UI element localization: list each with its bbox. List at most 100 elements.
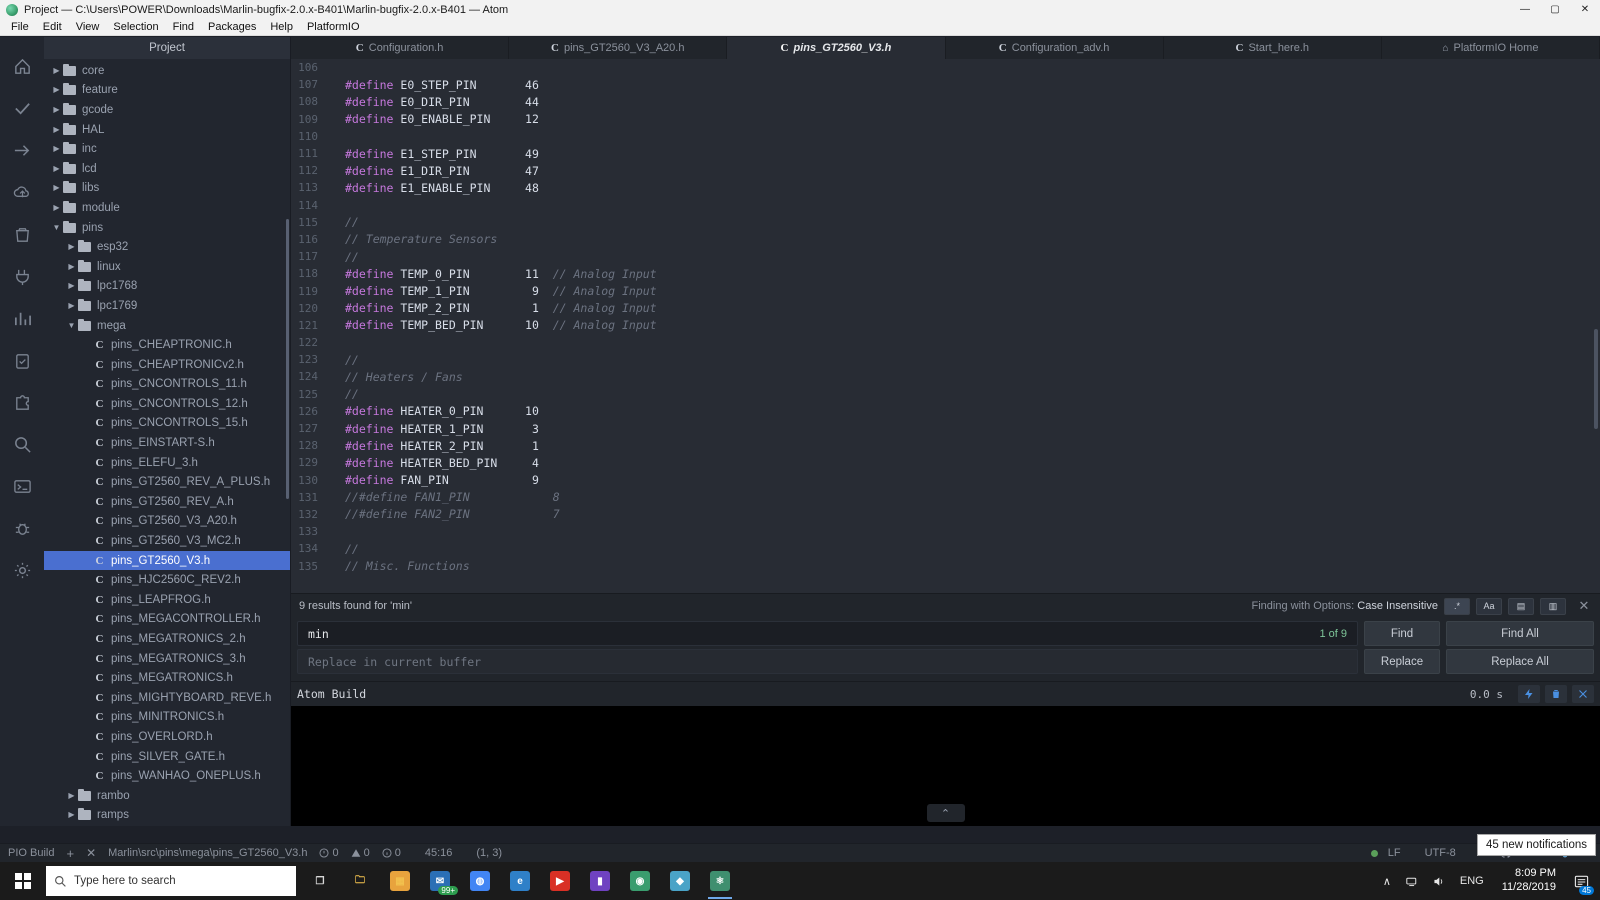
menu-item-platformio[interactable]: PlatformIO — [300, 20, 367, 34]
chevron-right-icon[interactable]: ▶ — [65, 811, 78, 819]
file-explorer-icon[interactable]: 🗀 — [340, 862, 380, 900]
chevron-right-icon[interactable]: ▶ — [50, 125, 63, 134]
editor-tab[interactable]: C Configuration_adv.h — [945, 37, 1164, 59]
clear-build-icon[interactable] — [1545, 685, 1567, 703]
tree-folder-row[interactable]: ▶ lcd — [44, 159, 290, 179]
notifications-button[interactable]: 45 — [1566, 862, 1596, 900]
chevron-right-icon[interactable]: ▶ — [50, 66, 63, 75]
clipboard-check-icon[interactable] — [0, 339, 44, 381]
recorder-icon[interactable]: ▶ — [540, 862, 580, 900]
tree-folder-row[interactable]: ▶ feature — [44, 81, 290, 101]
tree-file-row[interactable]: ▶Cpins_GT2560_V3_A20.h — [44, 512, 290, 532]
chevron-down-icon[interactable]: ▼ — [65, 321, 78, 330]
menu-item-edit[interactable]: Edit — [36, 20, 69, 34]
chrome-icon[interactable]: ◍ — [460, 862, 500, 900]
puzzle-icon[interactable] — [0, 381, 44, 423]
tree-file-row[interactable]: ▶Cpins_OVERLORD.h — [44, 727, 290, 747]
mail-icon[interactable]: ✉ 99+ — [420, 862, 460, 900]
replace-button[interactable]: Replace — [1364, 649, 1440, 674]
menu-item-help[interactable]: Help — [263, 20, 300, 34]
tree-file-row[interactable]: ▶Cpins_CNCONTROLS_12.h — [44, 394, 290, 414]
chevron-right-icon[interactable]: ▶ — [50, 164, 63, 173]
store-icon[interactable]: ▦ — [380, 862, 420, 900]
gear-icon[interactable] — [0, 549, 44, 591]
tree-file-row[interactable]: ▶Cpins_MEGACONTROLLER.h — [44, 610, 290, 630]
tree-folder-row[interactable]: ▶ libs — [44, 179, 290, 199]
status-build-label[interactable]: PIO Build — [8, 847, 54, 859]
find-input-wrapper[interactable]: 1 of 9 — [297, 621, 1358, 646]
trash-icon[interactable] — [0, 213, 44, 255]
tree-folder-row[interactable]: ▶ rambo — [44, 786, 290, 806]
find-all-button[interactable]: Find All — [1446, 621, 1594, 646]
menu-item-selection[interactable]: Selection — [106, 20, 165, 34]
search-icon[interactable] — [0, 423, 44, 465]
menu-item-find[interactable]: Find — [166, 20, 201, 34]
tree-file-row[interactable]: ▶Cpins_EINSTART-S.h — [44, 433, 290, 453]
tree-file-row[interactable]: ▶Cpins_MEGATRONICS_3.h — [44, 649, 290, 669]
edge-icon[interactable]: e — [500, 862, 540, 900]
chevron-right-icon[interactable]: ▶ — [65, 282, 78, 290]
maximize-button[interactable]: ▢ — [1540, 0, 1570, 19]
tree-folder-row[interactable]: ▶ HAL — [44, 120, 290, 140]
replace-all-button[interactable]: Replace All — [1446, 649, 1594, 674]
taskbar-clock[interactable]: 8:09 PM 11/28/2019 — [1492, 867, 1566, 895]
tree-folder-row[interactable]: ▼ mega — [44, 316, 290, 336]
minimize-button[interactable]: — — [1510, 0, 1540, 19]
tree-folder-row[interactable]: ▶ core — [44, 61, 290, 81]
editor-tab[interactable]: Cpins_GT2560_V3.h — [727, 37, 946, 59]
browser-app-icon[interactable]: ◉ — [620, 862, 660, 900]
editor-tab[interactable]: C Start_here.h — [1163, 37, 1382, 59]
volume-icon[interactable] — [1426, 862, 1452, 900]
chevron-right-icon[interactable]: ▶ — [65, 791, 78, 800]
project-tree[interactable]: ▶ core ▶ feature ▶ gcode ▶ HAL ▶ inc ▶ lcd ▶ libs ▶ mod… — [44, 59, 290, 826]
status-encoding[interactable]: UTF-8 — [1425, 847, 1456, 859]
plug-icon[interactable] — [0, 255, 44, 297]
tree-file-row[interactable]: ▶Cpins_SILVER_GATE.h — [44, 747, 290, 767]
menu-item-packages[interactable]: Packages — [201, 20, 263, 34]
tree-file-row[interactable]: ▶Cpins_LEAPFROG.h — [44, 590, 290, 610]
tree-file-row[interactable]: ▶Cpins_MINITRONICS.h — [44, 708, 290, 728]
whole-word-option-button[interactable]: ▥ — [1540, 597, 1566, 615]
atom-app-icon[interactable]: ⚛ — [700, 862, 740, 900]
close-button[interactable]: ✕ — [1570, 0, 1600, 19]
cloud-upload-icon[interactable] — [0, 171, 44, 213]
editor-tab[interactable]: Cpins_GT2560_V3_A20.h — [509, 37, 728, 59]
tree-file-row[interactable]: ▶Cpins_ELEFU_3.h — [44, 453, 290, 473]
chart-icon[interactable] — [0, 297, 44, 339]
tree-file-row[interactable]: ▶Cpins_MEGATRONICS_2.h — [44, 629, 290, 649]
close-build-icon[interactable] — [1572, 685, 1594, 703]
chevron-right-icon[interactable]: ▶ — [65, 262, 78, 271]
chevron-down-icon[interactable]: ▼ — [50, 223, 63, 232]
tree-folder-row[interactable]: ▶ inc — [44, 139, 290, 159]
chevron-right-icon[interactable]: ▶ — [50, 105, 63, 114]
tree-file-row[interactable]: ▶Cpins_CHEAPTRONIC.h — [44, 335, 290, 355]
status-file-path[interactable]: Marlin\src\pins\mega\pins_GT2560_V3.h — [108, 847, 307, 859]
tree-folder-row[interactable]: ▶ ramps — [44, 806, 290, 826]
status-line-ending[interactable]: LF — [1388, 847, 1401, 859]
chevron-right-icon[interactable]: ▶ — [50, 184, 63, 192]
arrow-right-icon[interactable] — [0, 129, 44, 171]
tree-file-row[interactable]: ▶Cpins_GT2560_V3_MC2.h — [44, 531, 290, 551]
tray-language[interactable]: ENG — [1452, 875, 1492, 887]
replace-input-wrapper[interactable] — [297, 649, 1358, 674]
tree-folder-row[interactable]: ▶ lpc1768 — [44, 277, 290, 297]
tree-file-row[interactable]: ▶Cpins_WANHAO_ONEPLUS.h — [44, 766, 290, 786]
tray-chevron-icon[interactable]: ∧ — [1374, 862, 1400, 900]
status-close-button[interactable]: ✕ — [86, 846, 96, 860]
chevron-right-icon[interactable]: ▶ — [65, 301, 78, 310]
sidebar-scrollbar[interactable] — [286, 219, 289, 499]
editor-tab[interactable]: ⌂ PlatformIO Home — [1381, 37, 1600, 59]
tree-folder-row[interactable]: ▼ pins — [44, 218, 290, 238]
home-icon[interactable] — [0, 45, 44, 87]
case-sensitive-option-button[interactable]: Aa — [1476, 597, 1502, 615]
editor-scrollbar[interactable] — [1594, 329, 1598, 429]
tree-folder-row[interactable]: ▶ linux — [44, 257, 290, 277]
tree-folder-row[interactable]: ▶ module — [44, 198, 290, 218]
chevron-right-icon[interactable]: ▶ — [50, 203, 63, 212]
tree-file-row[interactable]: ▶Cpins_GT2560_REV_A_PLUS.h — [44, 472, 290, 492]
close-find-panel-icon[interactable]: ✕ — [1576, 598, 1592, 614]
tree-folder-row[interactable]: ▶ gcode — [44, 100, 290, 120]
tree-file-row[interactable]: ▶Cpins_CNCONTROLS_15.h — [44, 414, 290, 434]
find-input[interactable] — [308, 626, 1312, 641]
terminal-icon[interactable] — [0, 465, 44, 507]
